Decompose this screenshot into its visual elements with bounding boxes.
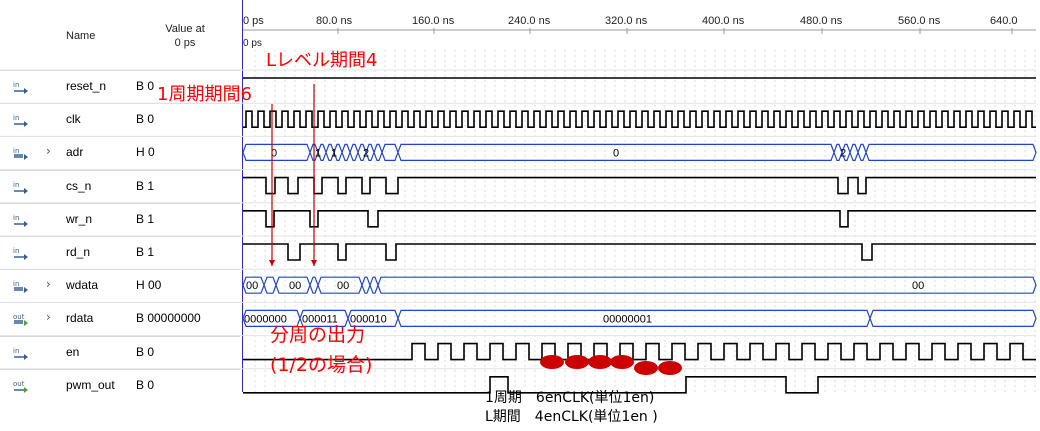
en-cycle-marker	[634, 361, 658, 375]
rd-n-waveform	[243, 243, 1036, 261]
low-period-annotation: Lレベル期間4	[266, 50, 378, 71]
en-cycle-marker	[610, 355, 634, 369]
time-tick-label: 640.0	[990, 15, 1018, 27]
time-tick-label: 560.0 ns	[898, 15, 941, 27]
adr-value: 2	[363, 147, 369, 159]
time-tick-label: 320.0 ns	[605, 15, 648, 27]
low-period-arrow-head	[311, 260, 317, 266]
wdata-value: 00	[337, 280, 349, 292]
low-period-note: L期間 4enCLK(単位1en )	[485, 409, 658, 425]
wdata-value: 00	[912, 280, 924, 292]
rdata-value: 00000001	[603, 313, 652, 325]
period-arrow-head	[269, 260, 275, 266]
wdata-value: 00	[289, 280, 301, 292]
clk-waveform	[243, 110, 1036, 128]
cursor-time-label: 0 ps	[243, 38, 262, 49]
adr-value: 1	[315, 147, 321, 159]
adr-value: 0	[613, 147, 619, 159]
divider-output-annotation: 分周の出力	[270, 324, 366, 346]
time-tick-label: 80.0 ns	[316, 15, 353, 27]
en-cycle-marker	[588, 355, 612, 369]
adr-value: 2	[840, 147, 846, 159]
time-tick-label: 0 ps	[243, 15, 264, 27]
adr-value: 1	[331, 147, 337, 159]
en-cycle-marker	[658, 361, 682, 375]
wr-n-waveform	[243, 210, 1036, 228]
wdata-value: 00	[246, 280, 258, 292]
en-cycle-marker	[540, 355, 564, 369]
period-note: 1周期 6enCLK(単位1en)	[485, 390, 655, 406]
en-cycle-marker	[565, 355, 589, 369]
period-annotation: 1周期期間6	[157, 84, 252, 105]
time-tick-label: 240.0 ns	[508, 15, 551, 27]
cs-n-waveform	[243, 176, 1036, 195]
time-tick-label: 400.0 ns	[702, 15, 745, 27]
waveform-canvas[interactable]: 0 ps 80.0 ns 160.0 ns 240.0 ns 320.0 ns 400.0…	[0, 0, 1040, 431]
time-tick-label: 480.0 ns	[800, 15, 843, 27]
time-tick-label: 160.0 ns	[412, 15, 455, 27]
divider-ratio-annotation: (1/2の場合)	[270, 354, 373, 376]
adr-waveform	[242, 143, 1037, 161]
